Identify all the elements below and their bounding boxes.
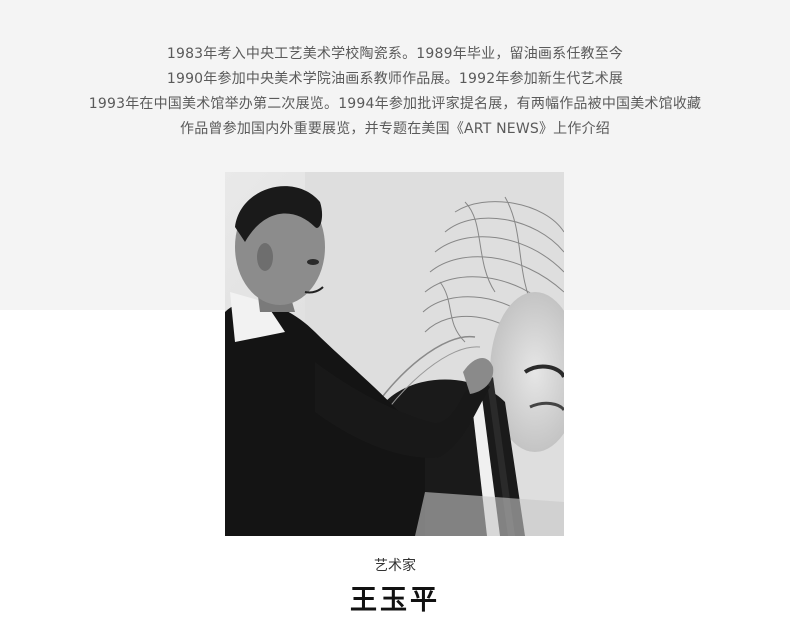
biography-line: 1993年在中国美术馆举办第二次展览。1994年参加批评家提名展，有两幅作品被中… [88,96,702,112]
artist-photo [225,172,564,536]
biography-line: 作品曾参加国内外重要展览，并专题在美国《ART NEWS》上作介绍 [180,121,610,137]
biography-line: 1990年参加中央美术学院油画系教师作品展。1992年参加新生代艺术展 [166,71,624,87]
artist-label: 艺术家 [374,558,416,574]
biography-line: 1983年考入中央工艺美术学校陶瓷系。1989年毕业，留油画系任教至今 [166,46,624,62]
biography-text: 1983年考入中央工艺美术学校陶瓷系。1989年毕业，留油画系任教至今 1990… [0,42,790,142]
artist-name: 王玉平 [350,585,440,616]
